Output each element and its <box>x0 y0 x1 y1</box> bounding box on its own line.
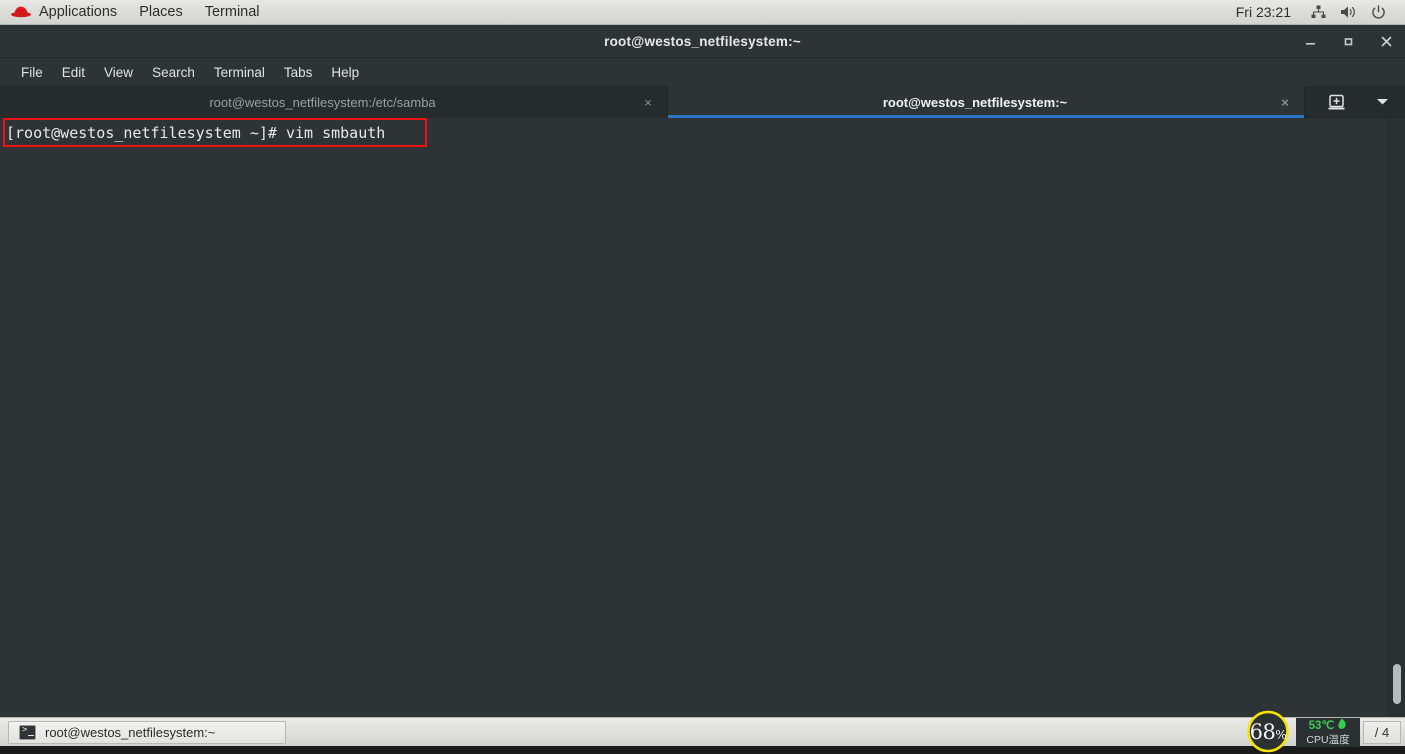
cpu-usage-value: 68% <box>1240 720 1296 744</box>
bottom-taskbar: root@westos_netfilesystem:~ 68% 53℃ CPU温… <box>0 710 1405 753</box>
menubar: File Edit View Search Terminal Tabs Help <box>0 58 1405 86</box>
tab-home[interactable]: root@westos_netfilesystem:~ × <box>668 86 1305 118</box>
cpu-temperature-value: 53℃ <box>1308 720 1335 733</box>
chevron-down-icon[interactable] <box>1359 86 1405 118</box>
menu-tabs[interactable]: Tabs <box>275 62 322 83</box>
menu-help[interactable]: Help <box>322 62 368 83</box>
tab-label: root@westos_netfilesystem:~ <box>882 94 1068 110</box>
taskbar-item-terminal[interactable]: root@westos_netfilesystem:~ <box>8 720 286 744</box>
tab-label: root@westos_netfilesystem:/etc/samba <box>209 94 436 110</box>
cpu-temperature-label: CPU温度 <box>1306 733 1350 746</box>
terminal-menu-label: Terminal <box>204 4 260 20</box>
leaf-icon <box>1337 718 1347 735</box>
tab-close-icon[interactable]: × <box>1276 93 1294 111</box>
network-icon[interactable] <box>1303 0 1333 25</box>
applications-menu-label: Applications <box>39 4 118 20</box>
taskbar-item-label: root@westos_netfilesystem:~ <box>45 724 216 740</box>
tab-samba[interactable]: root@westos_netfilesystem:/etc/samba × <box>0 86 668 118</box>
cpu-usage-gauge[interactable]: 68% <box>1240 709 1296 754</box>
bottom-status-area: 68% 53℃ CPU温度 / 4 <box>1240 710 1405 753</box>
tab-bar: root@westos_netfilesystem:/etc/samba × r… <box>0 86 1405 118</box>
terminal-icon <box>19 724 36 740</box>
cpu-temperature-row: 53℃ <box>1309 718 1348 735</box>
cpu-usage-unit: % <box>1275 727 1287 742</box>
terminal-text: [root@westos_netfilesystem ~]# vim smbau… <box>6 124 386 142</box>
redhat-fedora-icon <box>10 4 32 20</box>
terminal-menu[interactable]: Terminal <box>194 0 271 25</box>
terminal-window: root@westos_netfilesystem:~ File Edit Vi… <box>0 25 1405 717</box>
top-panel: Applications Places Terminal Fri 23:21 <box>0 0 1405 25</box>
window-controls <box>1291 25 1405 58</box>
panel-clock[interactable]: Fri 23:21 <box>1224 4 1303 20</box>
menu-view[interactable]: View <box>95 62 142 83</box>
panel-status-area: Fri 23:21 <box>1224 0 1405 25</box>
panel-application-menus: Applications Places Terminal <box>0 0 271 25</box>
places-menu-label: Places <box>139 4 183 20</box>
window-titlebar[interactable]: root@westos_netfilesystem:~ <box>0 25 1405 58</box>
menu-search[interactable]: Search <box>143 62 204 83</box>
new-tab-icon[interactable] <box>1313 86 1359 118</box>
close-button[interactable] <box>1367 25 1405 58</box>
terminal-output-area[interactable]: [root@westos_netfilesystem ~]# vim smbau… <box>0 118 1405 717</box>
applications-menu[interactable]: Applications <box>0 0 128 25</box>
tab-close-icon[interactable]: × <box>639 93 657 111</box>
cpu-temperature-widget[interactable]: 53℃ CPU温度 <box>1296 717 1360 747</box>
scrollbar-thumb[interactable] <box>1393 664 1401 704</box>
minimize-button[interactable] <box>1291 25 1329 58</box>
volume-icon[interactable] <box>1333 0 1363 25</box>
tab-actions <box>1313 86 1405 117</box>
terminal-scrollbar[interactable] <box>1388 118 1405 717</box>
power-icon[interactable] <box>1363 0 1393 25</box>
menu-edit[interactable]: Edit <box>53 62 94 83</box>
menu-terminal[interactable]: Terminal <box>205 62 274 83</box>
cpu-usage-number: 68 <box>1249 719 1276 744</box>
menu-file[interactable]: File <box>12 62 52 83</box>
maximize-button[interactable] <box>1329 25 1367 58</box>
workspace-switcher[interactable]: / 4 <box>1363 720 1401 744</box>
places-menu[interactable]: Places <box>128 0 194 25</box>
window-title: root@westos_netfilesystem:~ <box>604 33 801 49</box>
